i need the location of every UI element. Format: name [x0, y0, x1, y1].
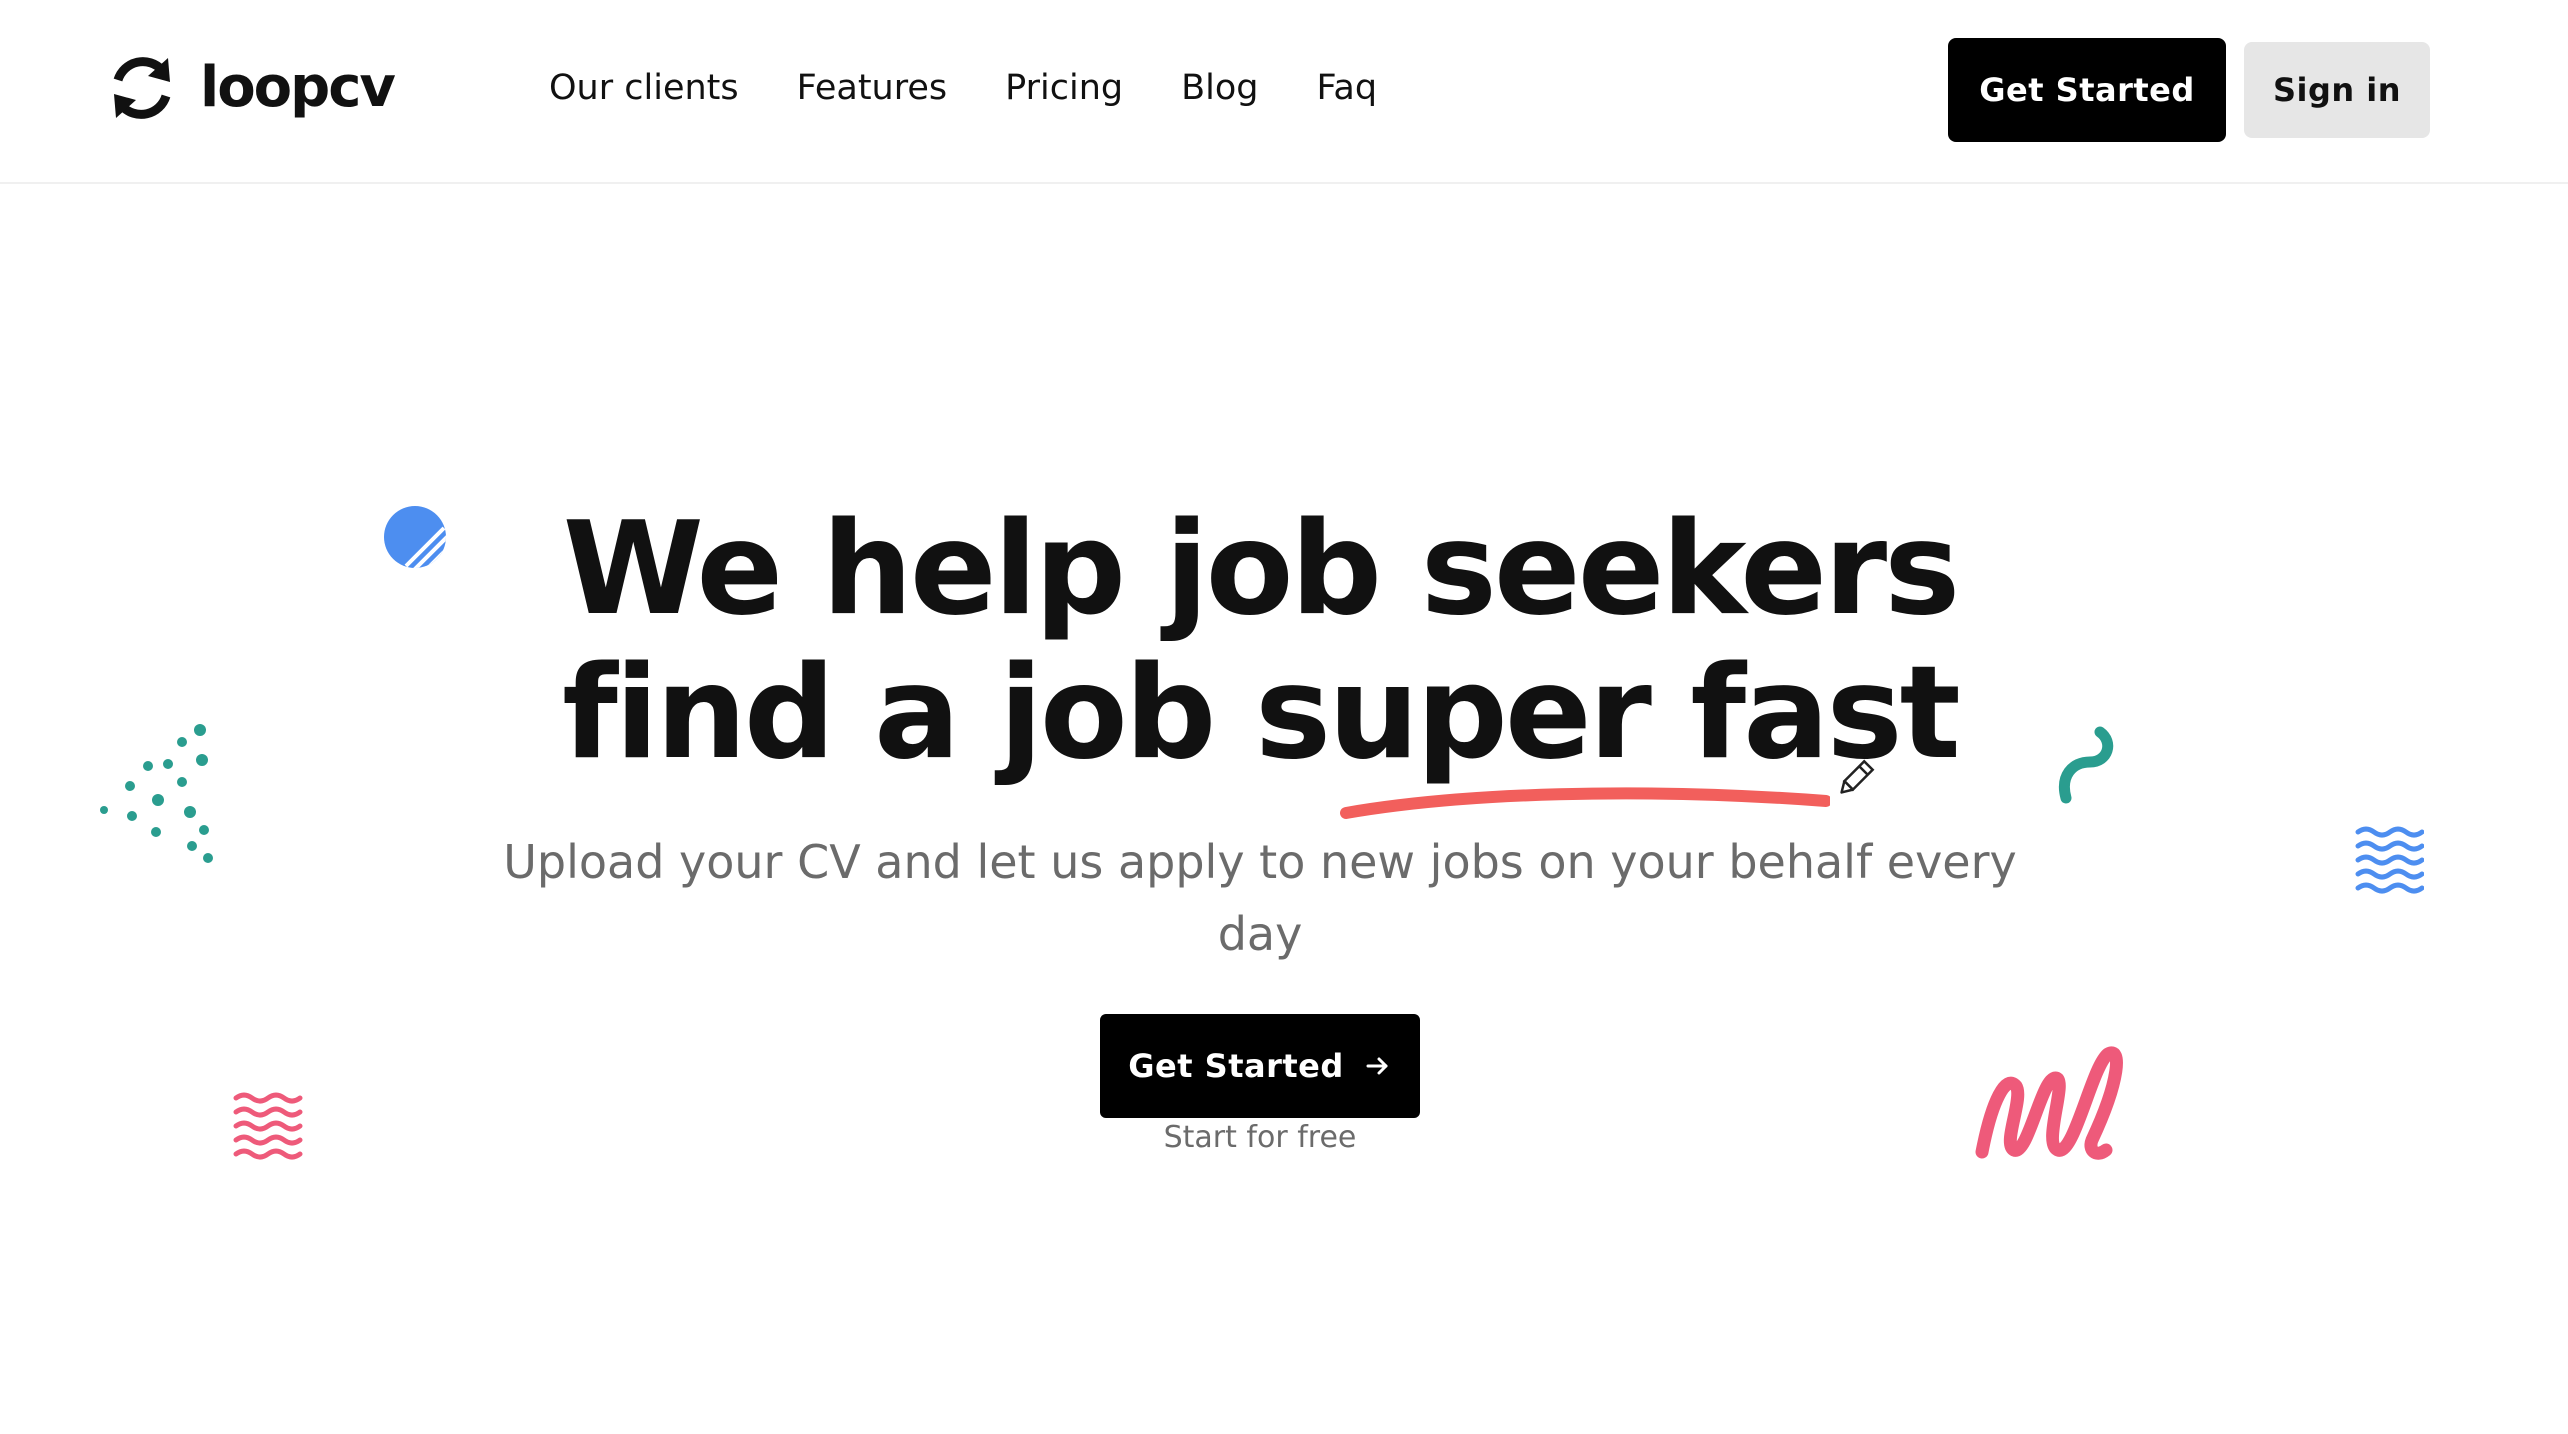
hero-get-started-label: Get Started — [1128, 1047, 1344, 1085]
hero-title: We help job seekers find a job super fas… — [0, 498, 2520, 786]
pencil-icon — [1840, 759, 1875, 794]
striped-circle-icon — [384, 506, 446, 568]
sign-in-button[interactable]: Sign in — [2244, 42, 2430, 138]
logo-text: loopcv — [200, 55, 396, 120]
squiggle-icon — [2059, 726, 2114, 804]
site-header: loopcv Our clients Features Pricing Blog… — [0, 0, 2568, 184]
nav-item-features[interactable]: Features — [797, 68, 948, 108]
start-for-free-note: Start for free — [1163, 1120, 1357, 1155]
hero-title-line-2: find a job super fast — [562, 639, 1961, 788]
hero-get-started-button[interactable]: Get Started — [1100, 1014, 1420, 1118]
hero-subtitle: Upload your CV and let us apply to new j… — [503, 835, 2017, 961]
nav-item-pricing[interactable]: Pricing — [1005, 68, 1123, 108]
header-get-started-button[interactable]: Get Started — [1948, 38, 2226, 142]
nav-item-our-clients[interactable]: Our clients — [549, 68, 739, 108]
wave-lines-icon — [2355, 826, 2424, 894]
wave-lines-icon — [233, 1092, 303, 1160]
hero-title-line-1: We help job seekers — [562, 495, 1961, 644]
landing-page: loopcv Our clients Features Pricing Blog… — [0, 0, 2568, 1434]
loop-arrows-icon — [113, 57, 171, 119]
main-nav: Our clients Features Pricing Blog Faq — [549, 58, 1377, 118]
dot-cluster-icon — [100, 724, 213, 863]
underline-stroke-icon — [1340, 787, 1830, 819]
nav-item-blog[interactable]: Blog — [1181, 68, 1258, 108]
arrow-right-icon — [1366, 1057, 1388, 1075]
nav-item-faq[interactable]: Faq — [1316, 68, 1377, 108]
logo[interactable]: loopcv — [104, 48, 396, 128]
zigzag-scribble-icon — [1975, 1046, 2123, 1160]
